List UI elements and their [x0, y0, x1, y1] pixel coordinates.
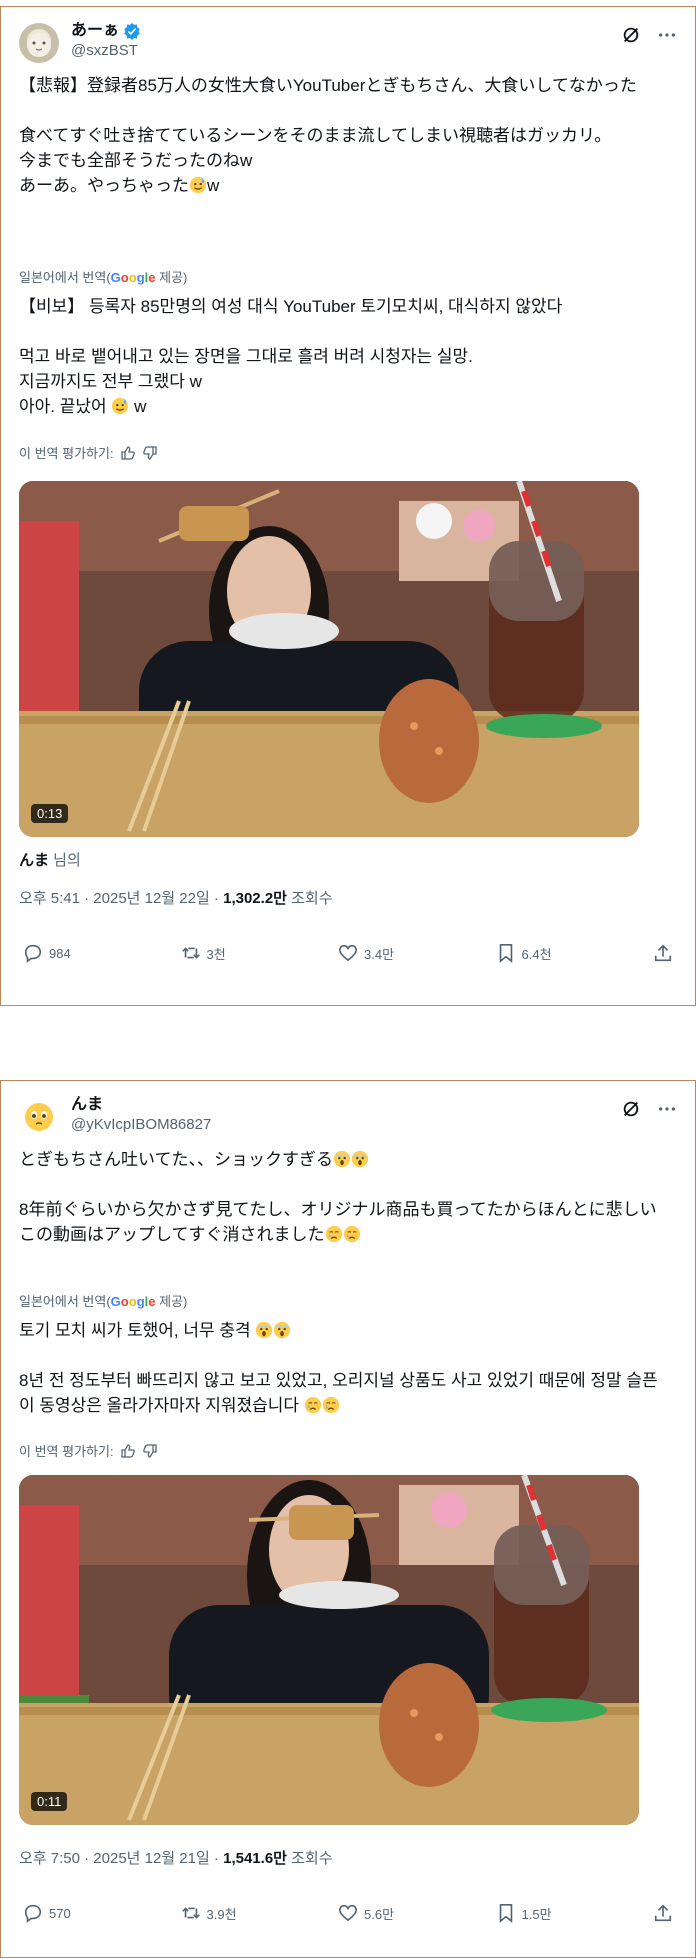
reply-button[interactable]: 984	[23, 943, 113, 963]
reply-icon	[23, 1903, 43, 1923]
more-icon[interactable]	[657, 1099, 677, 1119]
verified-badge-icon	[123, 22, 141, 40]
repost-icon	[181, 943, 201, 963]
bookmark-icon	[496, 943, 516, 963]
video-player[interactable]: 0:13	[19, 481, 639, 837]
video-duration: 0:13	[31, 804, 69, 823]
tweet-text-translated: 【비보】 등록자 85만명의 여성 대식 YouTuber 토기모치씨, 대식하…	[19, 297, 563, 416]
display-name[interactable]: んま	[71, 1095, 103, 1115]
reply-icon	[23, 943, 43, 963]
rate-translation: 이 번역 평가하기:	[19, 443, 158, 462]
video-frame	[19, 1475, 639, 1825]
google-logo: Google	[110, 1294, 156, 1309]
avatar[interactable]	[19, 23, 59, 63]
sweat-smile-emoji-icon	[111, 397, 129, 415]
repost-icon	[181, 1903, 201, 1923]
video-duration: 0:11	[31, 1792, 68, 1811]
crying-emoji-icon	[322, 1396, 340, 1414]
tweet-text-original: 【悲報】登録者85万人の女性大食いYouTuberとぎもちさん、大食いしてなかっ…	[19, 76, 637, 195]
scream-emoji-icon	[273, 1321, 291, 1339]
google-logo: Google	[110, 270, 156, 285]
crying-emoji-icon	[304, 1396, 322, 1414]
video-frame	[19, 481, 639, 837]
rate-translation: 이 번역 평가하기:	[19, 1441, 158, 1460]
tweet-card: あーぁ @sxzBST 【悲報】登録者85万人の女性大食いYouTuberとぎも…	[0, 6, 696, 1006]
video-attribution[interactable]: んま 님의	[19, 849, 81, 870]
like-button[interactable]: 3.4만	[338, 943, 428, 963]
like-button[interactable]: 5.6만	[338, 1903, 428, 1923]
thumbs-up-icon[interactable]	[120, 445, 136, 461]
bookmark-button[interactable]: 1.5만	[496, 1903, 586, 1923]
tweet-timestamp[interactable]: 오후 7:50 · 2025년 12월 21일 · 1,541.6만 조회수	[19, 1847, 333, 1868]
tweet-header: んま @yKvIcpIBOM86827	[19, 1095, 677, 1139]
heart-icon	[338, 1903, 358, 1923]
scream-emoji-icon	[333, 1150, 351, 1168]
tweet-text-original: とぎもちさん吐いてた、、ショックすぎる 8年前ぐらいから欠かさず見てたし、オリジ…	[19, 1150, 657, 1244]
crying-emoji-icon	[325, 1225, 343, 1243]
repost-button[interactable]: 3.9천	[181, 1903, 271, 1923]
tweet-actions: 570 3.9천 5.6만 1.5만	[23, 1903, 673, 1923]
user-handle[interactable]: @yKvIcpIBOM86827	[71, 1115, 211, 1135]
tweet-header: あーぁ @sxzBST	[19, 21, 677, 65]
tweet-card: んま @yKvIcpIBOM86827 とぎもちさん吐いてた、、ショックすぎる …	[0, 1080, 696, 1958]
bookmark-button[interactable]: 6.4천	[496, 943, 586, 963]
display-name[interactable]: あーぁ	[71, 21, 119, 41]
grok-icon[interactable]	[621, 25, 641, 45]
sweat-smile-emoji-icon	[189, 176, 207, 194]
scream-emoji-icon	[255, 1321, 273, 1339]
thumbs-down-icon[interactable]	[142, 1443, 158, 1459]
share-icon	[653, 943, 673, 963]
more-icon[interactable]	[657, 25, 677, 45]
translation-credit[interactable]: 일본어에서 번역(Google 제공)	[19, 1293, 187, 1311]
reply-button[interactable]: 570	[23, 1903, 113, 1923]
repost-button[interactable]: 3천	[181, 943, 271, 963]
heart-icon	[338, 943, 358, 963]
scream-emoji-icon	[351, 1150, 369, 1168]
thumbs-down-icon[interactable]	[142, 445, 158, 461]
tweet-text-translated: 토기 모치 씨가 토했어, 너무 충격 8년 전 정도부터 빠뜨리지 않고 보고…	[19, 1321, 658, 1415]
tweet-actions: 984 3천 3.4만 6.4천	[23, 943, 673, 963]
share-button[interactable]	[653, 943, 673, 963]
user-handle[interactable]: @sxzBST	[71, 41, 141, 61]
thumbs-up-icon[interactable]	[120, 1443, 136, 1459]
grok-icon[interactable]	[621, 1099, 641, 1119]
video-player[interactable]: 0:11	[19, 1475, 639, 1825]
tweet-timestamp[interactable]: 오후 5:41 · 2025년 12월 22일 · 1,302.2만 조회수	[19, 887, 333, 908]
translation-credit[interactable]: 일본어에서 번역(Google 제공)	[19, 269, 187, 287]
avatar[interactable]	[19, 1097, 59, 1137]
share-button[interactable]	[653, 1903, 673, 1923]
share-icon	[653, 1903, 673, 1923]
crying-emoji-icon	[343, 1225, 361, 1243]
bookmark-icon	[496, 1903, 516, 1923]
